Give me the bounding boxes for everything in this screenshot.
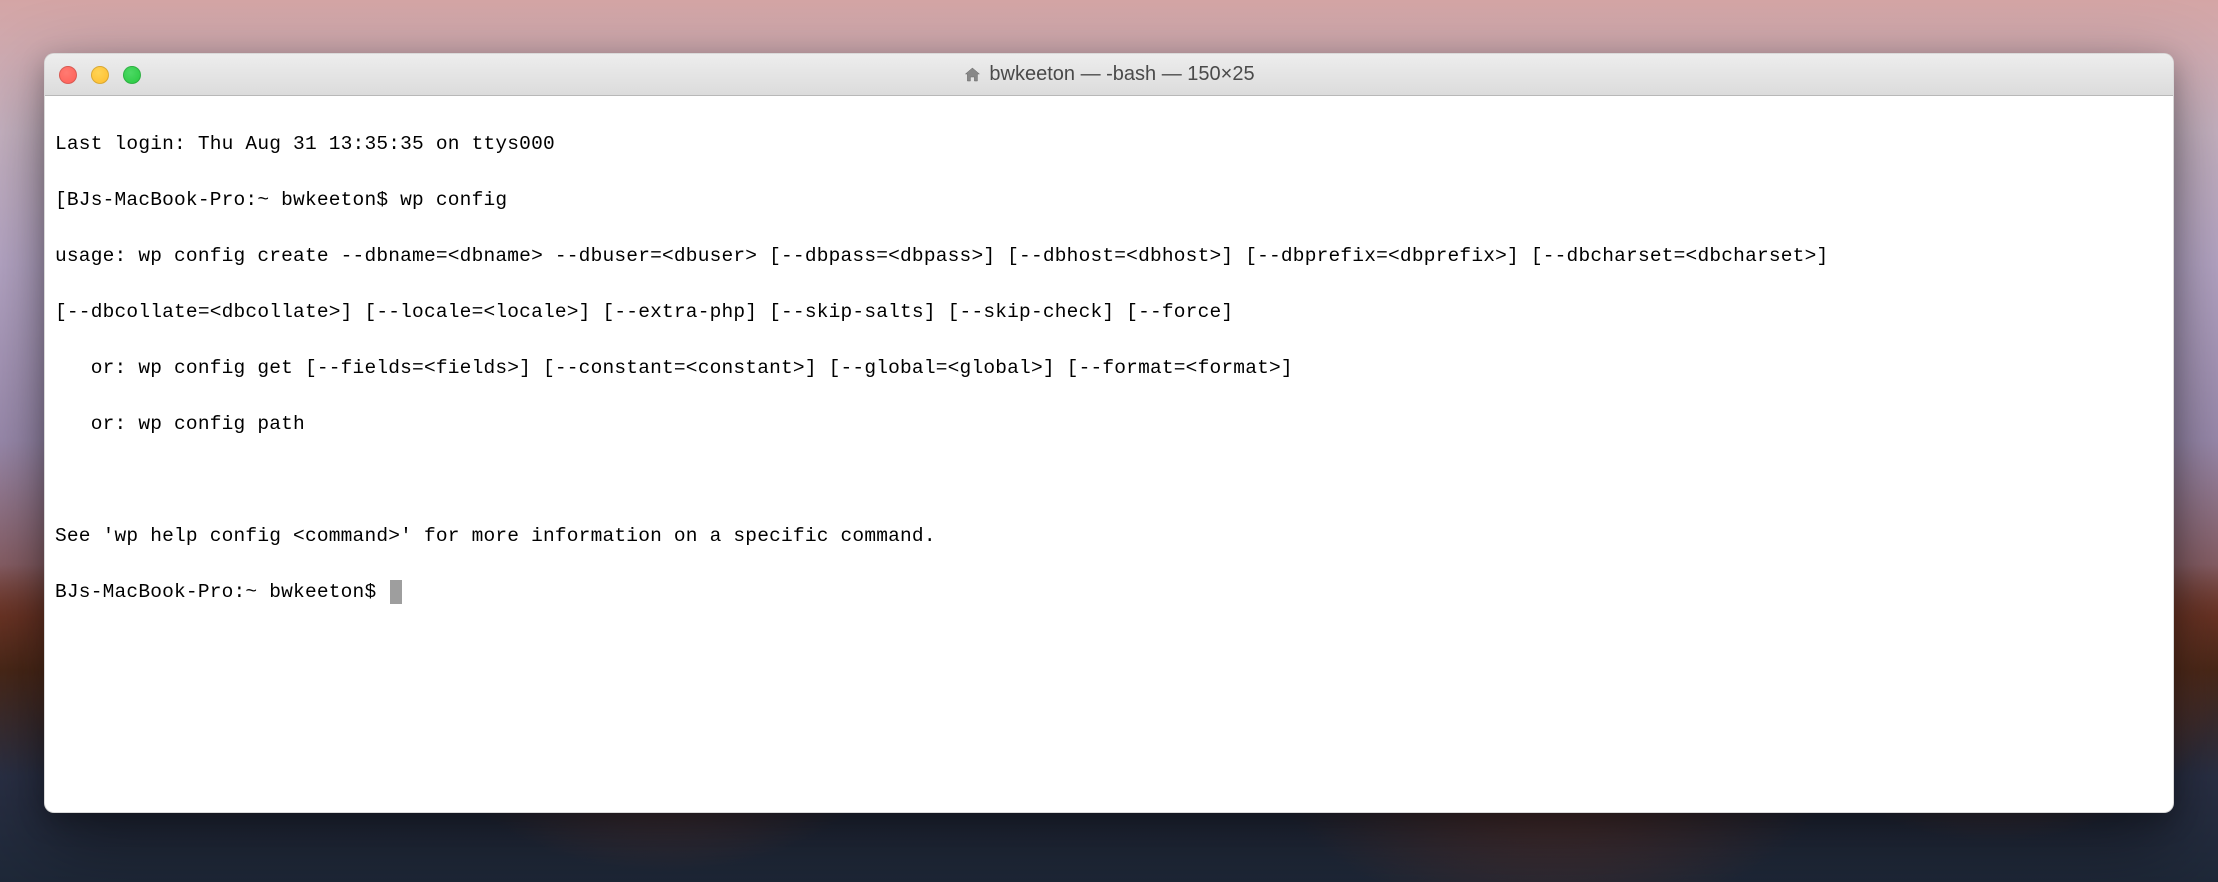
- terminal-output-line: or: wp config get [--fields=<fields>] [-…: [55, 354, 2163, 382]
- cursor-icon: [390, 580, 402, 604]
- traffic-lights: [59, 66, 141, 84]
- terminal-output-line: See 'wp help config <command>' for more …: [55, 522, 2163, 550]
- terminal-output-line: [--dbcollate=<dbcollate>] [--locale=<loc…: [55, 298, 2163, 326]
- terminal-window[interactable]: bwkeeton — -bash — 150×25 Last login: Th…: [44, 53, 2174, 813]
- terminal-output-line: Last login: Thu Aug 31 13:35:35 on ttys0…: [55, 130, 2163, 158]
- terminal-output-line: [BJs-MacBook-Pro:~ bwkeeton$ wp config: [55, 186, 2163, 214]
- terminal-prompt-line[interactable]: BJs-MacBook-Pro:~ bwkeeton$: [55, 578, 2163, 606]
- zoom-button[interactable]: [123, 66, 141, 84]
- terminal-content[interactable]: Last login: Thu Aug 31 13:35:35 on ttys0…: [45, 96, 2173, 668]
- window-title: bwkeeton — -bash — 150×25: [989, 63, 1254, 86]
- terminal-output-line: or: wp config path: [55, 410, 2163, 438]
- close-button[interactable]: [59, 66, 77, 84]
- terminal-output-line: usage: wp config create --dbname=<dbname…: [55, 242, 2163, 270]
- window-titlebar[interactable]: bwkeeton — -bash — 150×25: [45, 54, 2173, 96]
- minimize-button[interactable]: [91, 66, 109, 84]
- terminal-output-line: [55, 466, 2163, 494]
- title-container: bwkeeton — -bash — 150×25: [963, 63, 1254, 86]
- home-icon: [963, 66, 981, 84]
- terminal-prompt: BJs-MacBook-Pro:~ bwkeeton$: [55, 578, 388, 606]
